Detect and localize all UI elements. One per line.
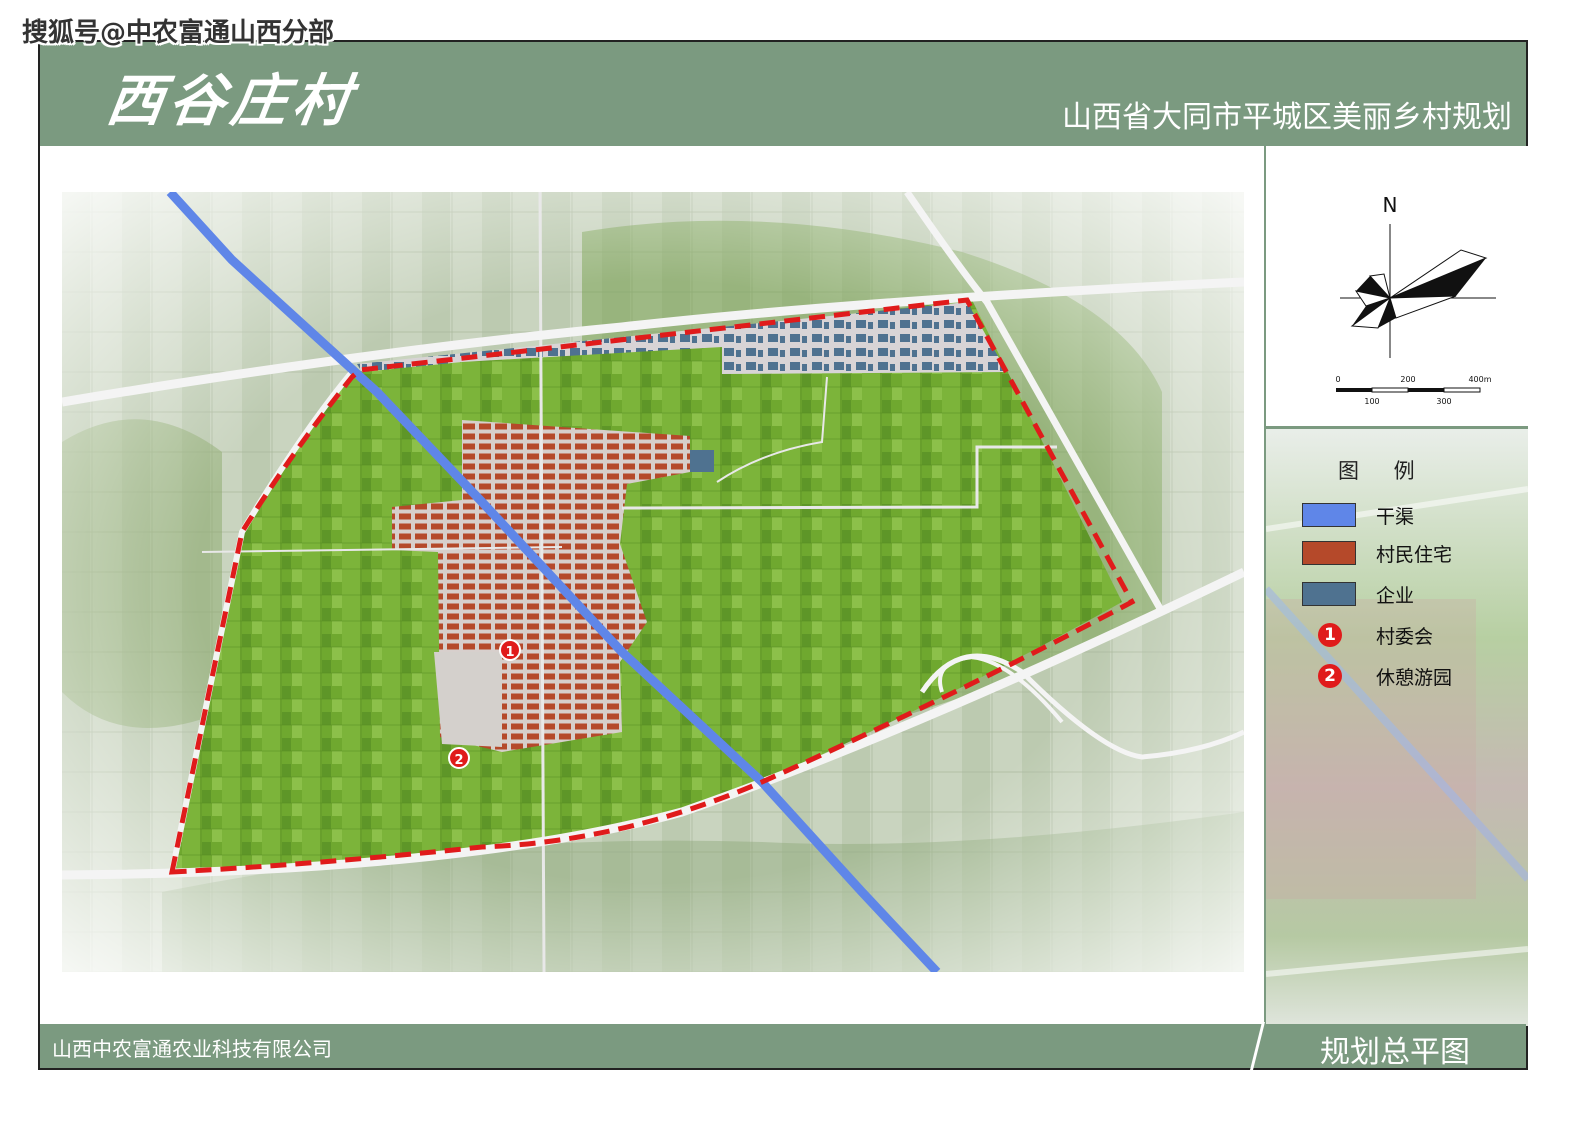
compass-rose-and-scale: N 0 200 400m 100 300 [1335,193,1496,406]
master-plan-map[interactable]: 1 2 [62,192,1244,972]
scale-label: 300 [1436,397,1451,406]
legend-label: 干渠 [1376,506,1415,528]
scale-label: 200 [1400,375,1415,384]
company-name: 山西中农富通农业科技有限公司 [52,1037,332,1061]
legend-label: 村民住宅 [1376,544,1453,566]
marker-number: 1 [505,645,514,660]
legend-label: 休憩游园 [1376,667,1453,689]
map-canvas: 1 2 [62,192,1244,972]
legend-label: 村委会 [1376,626,1434,648]
legend-item-canal: 干渠 [1302,501,1502,531]
compass-panel: N 0 200 400m 100 300 [1266,146,1528,429]
watermark-text: 搜狐号@中农富通山西分部 [22,18,335,48]
legend-item-leisure-garden: 2 休憩游园 [1302,662,1502,692]
canal-swatch [1302,503,1356,527]
enterprise-swatch [1302,582,1356,606]
scale-bar [1336,387,1481,393]
residence-swatch [1302,541,1356,565]
plan-name: 规划总平图 [1320,1035,1470,1070]
scale-label: 0 [1335,375,1340,384]
public-space [434,652,502,747]
marker-number: 2 [454,753,463,768]
legend-item-enterprise: 企业 [1302,580,1502,610]
marker-village-committee[interactable]: 1 [499,639,521,661]
scale-label: 100 [1364,397,1379,406]
project-title: 山西省大同市平城区美丽乡村规划 [1062,100,1512,135]
wind-rose-icon [1350,249,1488,329]
legend-panel: 图 例 干渠 村民住宅 企业 1 村委会 2 休憩游园 [1266,429,1528,1026]
footer-divider [1250,1022,1265,1070]
legend-item-residence: 村民住宅 [1302,539,1502,569]
legend-item-village-committee: 1 村委会 [1302,621,1502,651]
footer-bar: 山西中农富通农业科技有限公司 规划总平图 [40,1022,1526,1070]
scale-label: 400m [1468,375,1491,384]
north-label: N [1383,193,1398,217]
legend-label: 企业 [1376,585,1415,607]
number-marker-icon: 1 [1318,623,1342,647]
number-marker-icon: 2 [1318,664,1342,688]
village-name-title: 西谷庄村 [102,68,361,134]
legend-title: 图 例 [1338,459,1429,483]
header-bar: 西谷庄村 山西省大同市平城区美丽乡村规划 [40,42,1526,146]
marker-leisure-garden[interactable]: 2 [448,747,470,769]
plan-sheet: 西谷庄村 山西省大同市平城区美丽乡村规划 1 2 N 0 200 400m 10… [38,40,1528,1070]
